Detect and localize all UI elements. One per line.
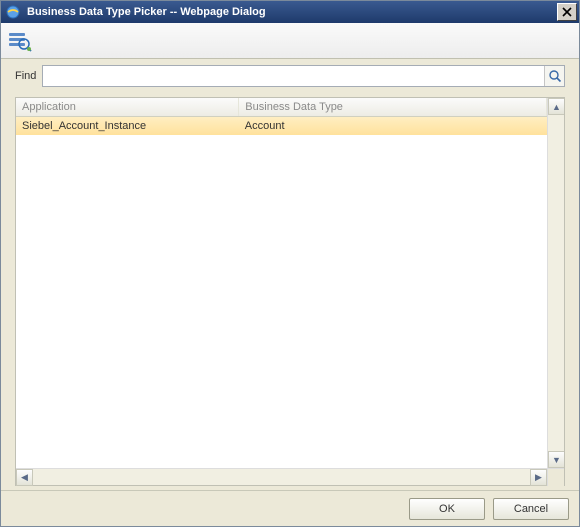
- titlebar[interactable]: Business Data Type Picker -- Webpage Dia…: [1, 1, 579, 23]
- table-row[interactable]: Siebel_Account_Instance Account: [16, 117, 547, 136]
- find-input-wrap: [42, 65, 565, 87]
- cell-application: Siebel_Account_Instance: [16, 117, 239, 136]
- find-row: Find: [1, 59, 579, 91]
- find-label: Find: [15, 70, 36, 82]
- vertical-scrollbar[interactable]: ▲ ▼: [547, 98, 564, 468]
- dialog-buttons: OK Cancel: [1, 490, 579, 526]
- results-grid[interactable]: Application Business Data Type Siebel_Ac…: [16, 98, 547, 468]
- table-header-row: Application Business Data Type: [16, 98, 547, 117]
- data-type-picker-icon: [7, 28, 33, 54]
- scroll-right-button[interactable]: ▶: [530, 469, 547, 486]
- cancel-button[interactable]: Cancel: [493, 498, 569, 520]
- vscroll-track[interactable]: [548, 115, 564, 451]
- close-button[interactable]: [557, 3, 577, 21]
- scroll-left-button[interactable]: ◀: [16, 469, 33, 486]
- horizontal-scrollbar[interactable]: ◀ ▶: [16, 468, 564, 485]
- cell-type: Account: [239, 117, 547, 136]
- ok-button[interactable]: OK: [409, 498, 485, 520]
- scroll-up-button[interactable]: ▲: [548, 98, 564, 115]
- ie-icon: [5, 4, 21, 20]
- scroll-corner: [547, 469, 564, 486]
- scroll-down-button[interactable]: ▼: [548, 451, 564, 468]
- search-icon: [548, 69, 562, 83]
- results-panel: Application Business Data Type Siebel_Ac…: [15, 97, 565, 486]
- col-business-data-type[interactable]: Business Data Type: [239, 98, 547, 117]
- dialog-window: Business Data Type Picker -- Webpage Dia…: [0, 0, 580, 527]
- find-search-button[interactable]: [544, 66, 564, 86]
- window-title: Business Data Type Picker -- Webpage Dia…: [25, 6, 555, 18]
- col-application[interactable]: Application: [16, 98, 239, 117]
- hscroll-track[interactable]: [33, 469, 530, 485]
- find-input[interactable]: [42, 65, 565, 87]
- toolbar: [1, 23, 579, 59]
